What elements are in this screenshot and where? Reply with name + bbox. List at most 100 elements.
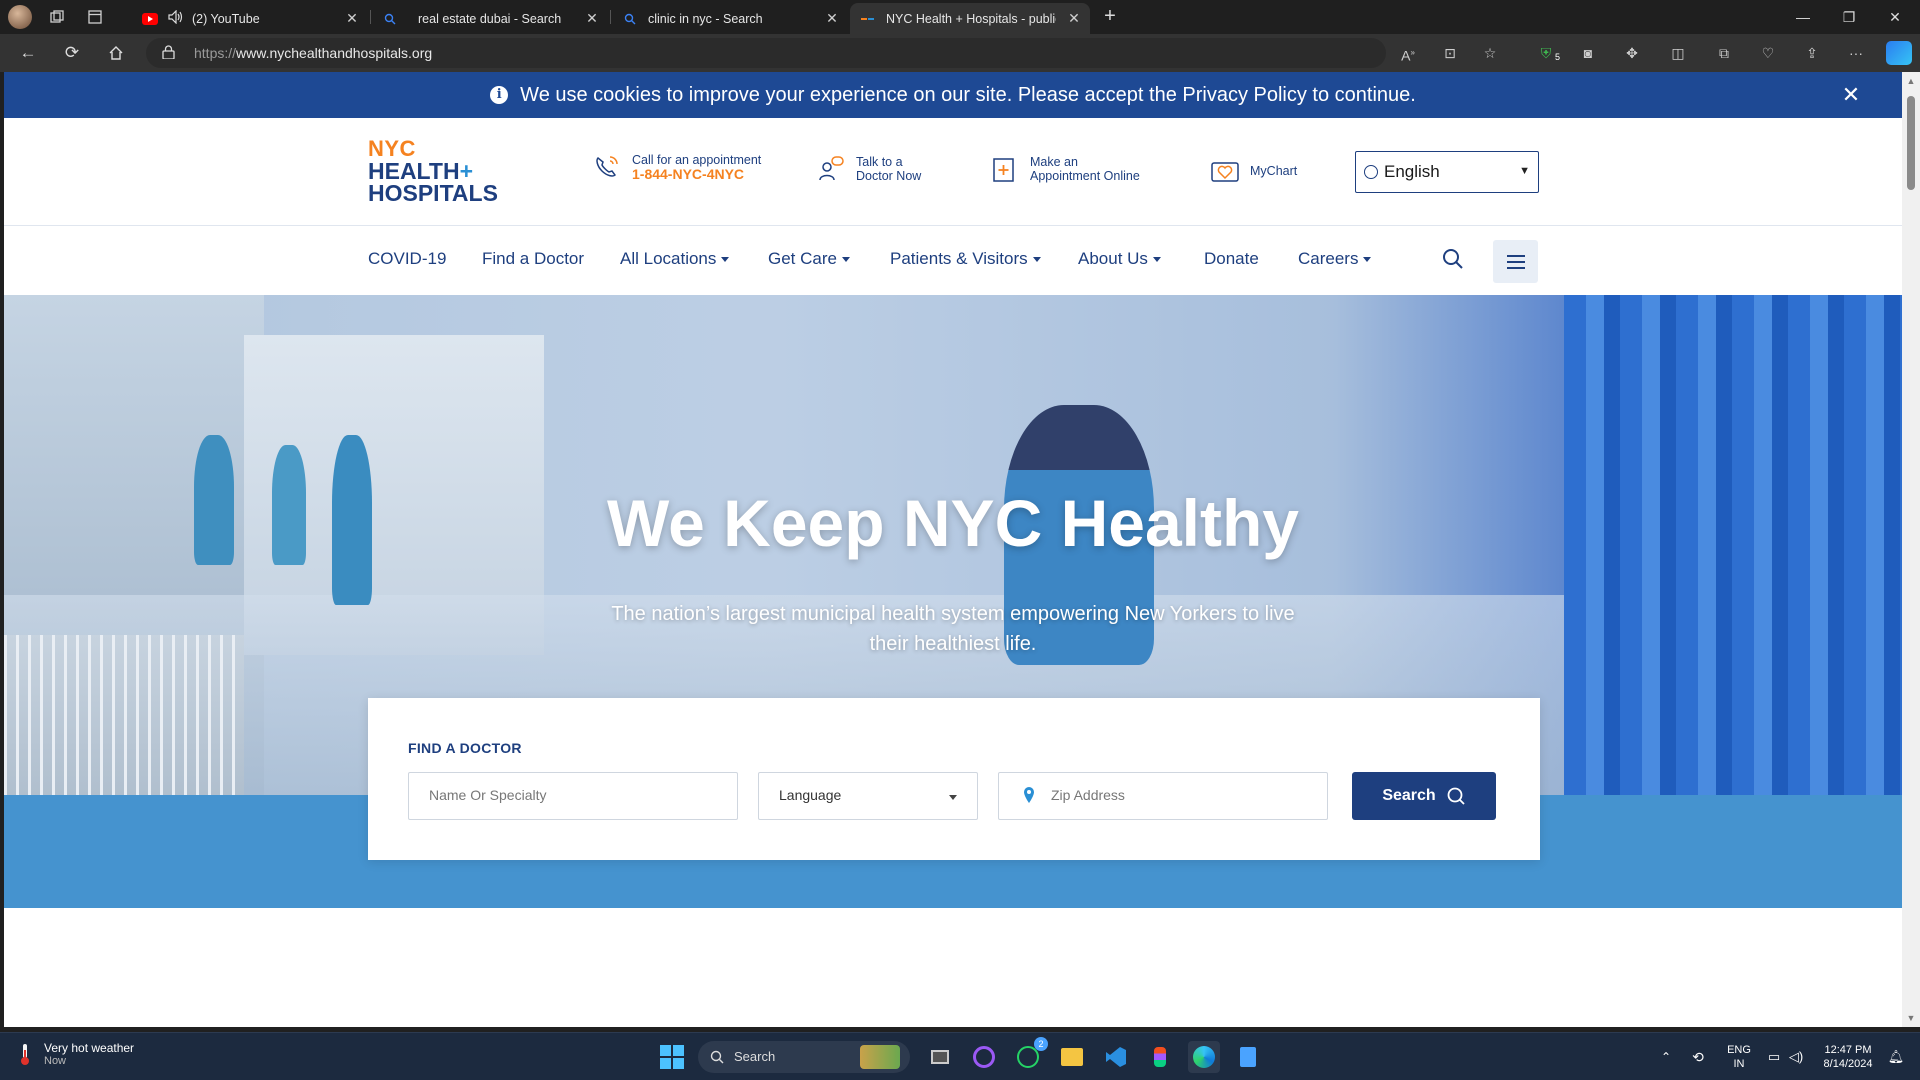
edge-browser-icon[interactable] <box>1188 1041 1220 1073</box>
cookie-message: We use cookies to improve your experienc… <box>520 83 1416 106</box>
search-icon <box>1447 787 1465 805</box>
nav-get-care[interactable]: Get Care <box>768 249 850 269</box>
tab-clinic-search[interactable]: clinic in nyc - Search ✕ <box>612 3 848 34</box>
tab-title: clinic in nyc - Search <box>648 11 763 26</box>
collections-icon[interactable]: ⧉ <box>1714 43 1734 63</box>
nychh-logo[interactable]: NYC HEALTH+ HOSPITALS <box>368 138 498 205</box>
vscode-icon[interactable] <box>1100 1041 1132 1073</box>
hero-image-cart <box>4 635 244 795</box>
thermometer-icon <box>21 1044 29 1065</box>
cookie-banner: i We use cookies to improve your experie… <box>4 72 1902 118</box>
tab-close-icon[interactable]: ✕ <box>584 10 600 26</box>
site-header: NYC HEALTH+ HOSPITALS Call for an appoin… <box>4 118 1902 226</box>
language-dropdown[interactable]: Language <box>758 772 978 820</box>
webpage: i We use cookies to improve your experie… <box>4 72 1902 1027</box>
close-window-button[interactable]: ✕ <box>1872 0 1918 34</box>
mychart-link[interactable]: MyChart <box>1210 156 1297 186</box>
read-aloud-icon[interactable]: A» <box>1398 43 1418 64</box>
language-select[interactable]: English ▼ <box>1355 151 1539 193</box>
make-appointment-link[interactable]: Make an Appointment Online <box>990 154 1140 184</box>
scroll-up-icon[interactable]: ▲ <box>1906 76 1916 86</box>
copilot-icon[interactable] <box>1886 41 1912 65</box>
immersive-reader-icon[interactable]: ⊡ <box>1440 43 1460 63</box>
find-doctor-search-button[interactable]: Search <box>1352 772 1496 820</box>
page-scrollbar[interactable]: ▲ ▼ <box>1902 72 1920 1027</box>
hamburger-menu-button[interactable] <box>1493 240 1538 283</box>
doctor-chat-icon <box>819 156 844 181</box>
volume-icon[interactable]: ◁) <box>1786 1033 1806 1080</box>
camera-extension-icon[interactable]: ◙ <box>1578 43 1598 63</box>
url-bar[interactable]: https://www.nychealthandhospitals.org <box>146 38 1386 68</box>
new-tab-button[interactable]: + <box>1098 5 1122 29</box>
input-language[interactable]: ENG IN <box>1722 1033 1756 1080</box>
tab-separator <box>610 10 611 24</box>
search-icon <box>710 1050 724 1064</box>
tab-actions-icon[interactable] <box>76 0 114 34</box>
call-label: Call for an appointment <box>632 153 762 167</box>
taskbar-search[interactable]: Search <box>698 1041 910 1073</box>
share-icon[interactable]: ⇪ <box>1802 43 1822 63</box>
clock[interactable]: 12:47 PM 8/14/2024 <box>1810 1033 1886 1080</box>
figma-icon[interactable] <box>1144 1041 1176 1073</box>
nav-find-a-doctor[interactable]: Find a Doctor <box>482 249 584 269</box>
call-appointment-link[interactable]: Call for an appointment 1-844-NYC-4NYC <box>592 152 761 182</box>
more-options-icon[interactable]: ··· <box>1846 43 1866 63</box>
talk-to-doctor-link[interactable]: Talk to a Doctor Now <box>816 154 921 184</box>
scroll-down-icon[interactable]: ▼ <box>1906 1013 1916 1023</box>
split-screen-icon[interactable]: ◫ <box>1668 43 1688 63</box>
speaker-icon[interactable] <box>168 9 184 27</box>
cookie-close-icon[interactable]: ✕ <box>1840 84 1862 106</box>
zip-address-input[interactable]: Zip Address <box>998 772 1328 820</box>
tab-close-icon[interactable]: ✕ <box>1066 10 1082 26</box>
favorite-star-icon[interactable]: ☆ <box>1480 43 1500 63</box>
show-hidden-icons[interactable]: ⌃ <box>1656 1033 1676 1080</box>
nav-donate[interactable]: Donate <box>1204 249 1259 269</box>
back-button[interactable]: ← <box>14 39 42 67</box>
windows-taskbar: Very hot weather Now Search 2 ⌃ ⟲ ENG IN … <box>0 1032 1920 1080</box>
tab-youtube[interactable]: (2) YouTube ✕ <box>132 3 368 34</box>
workspaces-icon[interactable] <box>38 0 76 34</box>
talk-line-2: Doctor Now <box>856 169 922 183</box>
browser-essentials-icon[interactable]: ♡ <box>1758 43 1778 63</box>
appointment-line-2: Appointment Online <box>1030 169 1140 183</box>
tab-close-icon[interactable]: ✕ <box>344 10 360 26</box>
extensions-icon[interactable]: ✥ <box>1622 43 1642 63</box>
nav-about-us[interactable]: About Us <box>1078 249 1161 269</box>
calendar-plus-icon <box>993 158 1014 182</box>
tab-separator <box>370 10 371 24</box>
minimize-button[interactable]: — <box>1780 0 1826 34</box>
search-icon[interactable] <box>1441 247 1465 271</box>
tab-real-estate-search[interactable]: real estate dubai - Search ✕ <box>372 3 608 34</box>
extension-shield-icon[interactable]: ⛨ 5 <box>1536 43 1560 63</box>
restore-button[interactable]: ❐ <box>1826 0 1872 34</box>
nav-all-locations[interactable]: All Locations <box>620 249 730 269</box>
profile-avatar[interactable] <box>8 5 32 29</box>
nav-covid-19[interactable]: COVID-19 <box>368 249 446 269</box>
refresh-button[interactable]: ⟳ <box>58 39 86 67</box>
tab-nychh-active[interactable]: NYC Health + Hospitals - public ✕ <box>850 3 1090 34</box>
network-icon[interactable]: ▭ <box>1764 1033 1784 1080</box>
start-button[interactable] <box>656 1041 688 1073</box>
notifications-bell-icon[interactable]: 🔔︎ <box>1886 1033 1906 1080</box>
whatsapp-icon[interactable]: 2 <box>1012 1037 1048 1073</box>
file-explorer-icon[interactable] <box>1056 1041 1088 1073</box>
address-toolbar: ← ⟳ https://www.nychealthandhospitals.or… <box>0 34 1920 72</box>
mychart-label: MyChart <box>1250 164 1298 178</box>
sync-icon[interactable]: ⟲ <box>1686 1033 1710 1080</box>
copilot-app-icon[interactable] <box>968 1041 1000 1073</box>
nav-patients-visitors[interactable]: Patients & Visitors <box>890 249 1041 269</box>
tab-title: NYC Health + Hospitals - public <box>886 11 1056 26</box>
weather-title: Very hot weather <box>44 1041 135 1055</box>
weather-widget[interactable]: Very hot weather Now <box>18 1041 134 1067</box>
scroll-thumb[interactable] <box>1907 96 1915 190</box>
lock-icon[interactable] <box>162 45 175 59</box>
tab-close-icon[interactable]: ✕ <box>824 10 840 26</box>
nav-careers[interactable]: Careers <box>1298 249 1372 269</box>
notepad-icon[interactable] <box>1232 1041 1264 1073</box>
search-icon <box>622 11 638 27</box>
home-button[interactable] <box>102 39 130 67</box>
name-specialty-input[interactable]: Name Or Specialty <box>408 772 738 820</box>
appointment-line-1: Make an <box>1030 155 1078 169</box>
task-view-icon[interactable] <box>924 1041 956 1073</box>
search-highlight-icon <box>860 1045 900 1069</box>
